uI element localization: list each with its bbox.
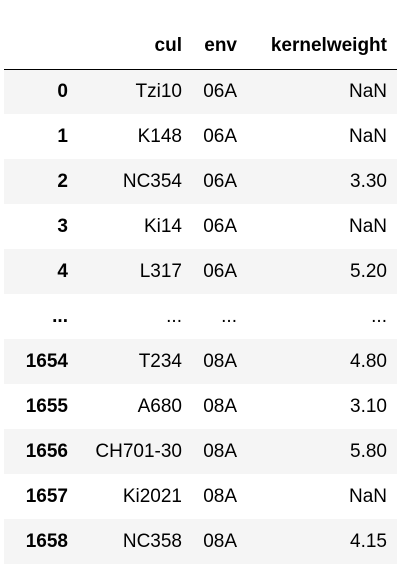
dataframe-table: cul env kernelweight 0 Tzi10 06A NaN 1 K… bbox=[4, 24, 397, 564]
header-env: env bbox=[192, 24, 247, 70]
cell-cul: ... bbox=[166, 305, 182, 327]
table-row: 1 K148 06A NaN bbox=[4, 114, 397, 159]
row-index: 0 bbox=[57, 80, 68, 102]
cell-kernelweight: ... bbox=[371, 305, 387, 327]
cell-cul: T234 bbox=[138, 350, 182, 372]
cell-cul: Ki14 bbox=[143, 215, 182, 237]
cell-env: 08A bbox=[203, 530, 237, 552]
table-row: 1658 NC358 08A 4.15 bbox=[4, 519, 397, 564]
cell-env: 08A bbox=[203, 350, 237, 372]
row-index: 1658 bbox=[25, 530, 68, 552]
cell-cul: Tzi10 bbox=[135, 80, 182, 102]
table-row: 4 L317 06A 5.20 bbox=[4, 249, 397, 294]
cell-kernelweight: NaN bbox=[348, 485, 387, 507]
row-index: 1656 bbox=[25, 440, 68, 462]
cell-env: 06A bbox=[203, 125, 237, 147]
table-row: 1656 CH701-30 08A 5.80 bbox=[4, 429, 397, 474]
dataframe-output: cul env kernelweight 0 Tzi10 06A NaN 1 K… bbox=[0, 0, 407, 573]
row-index: 1654 bbox=[25, 350, 68, 372]
cell-cul: CH701-30 bbox=[95, 440, 182, 462]
header-kernelweight: kernelweight bbox=[247, 24, 397, 70]
cell-cul: NC358 bbox=[122, 530, 182, 552]
cell-kernelweight: NaN bbox=[348, 215, 387, 237]
cell-cul: A680 bbox=[137, 395, 182, 417]
cell-kernelweight: NaN bbox=[348, 80, 387, 102]
row-index: 1657 bbox=[25, 485, 68, 507]
table-row: 1654 T234 08A 4.80 bbox=[4, 339, 397, 384]
cell-kernelweight: 4.80 bbox=[350, 350, 387, 372]
table-row: 3 Ki14 06A NaN bbox=[4, 204, 397, 249]
table-header: cul env kernelweight bbox=[4, 24, 397, 70]
cell-kernelweight: NaN bbox=[348, 125, 387, 147]
row-index: 2 bbox=[57, 170, 68, 192]
cell-env: 06A bbox=[203, 80, 237, 102]
row-index: 1655 bbox=[25, 395, 68, 417]
table-row: 1657 Ki2021 08A NaN bbox=[4, 474, 397, 519]
cell-kernelweight: 3.30 bbox=[350, 170, 387, 192]
cell-env: 06A bbox=[203, 170, 237, 192]
cell-kernelweight: 5.80 bbox=[350, 440, 387, 462]
cell-env: 08A bbox=[203, 395, 237, 417]
table-body: 0 Tzi10 06A NaN 1 K148 06A NaN 2 NC354 0… bbox=[4, 69, 397, 564]
cell-cul: Ki2021 bbox=[122, 485, 182, 507]
row-index: 4 bbox=[57, 260, 68, 282]
cell-cul: NC354 bbox=[122, 170, 182, 192]
cell-kernelweight: 4.15 bbox=[350, 530, 387, 552]
table-row: 1655 A680 08A 3.10 bbox=[4, 384, 397, 429]
header-index bbox=[4, 24, 78, 70]
cell-env: 06A bbox=[203, 215, 237, 237]
header-row: cul env kernelweight bbox=[4, 24, 397, 70]
row-index: 3 bbox=[57, 215, 68, 237]
cell-kernelweight: 3.10 bbox=[350, 395, 387, 417]
cell-env: 08A bbox=[203, 440, 237, 462]
table-row: 0 Tzi10 06A NaN bbox=[4, 69, 397, 114]
row-index: 1 bbox=[57, 125, 68, 147]
row-index: ... bbox=[52, 305, 68, 327]
table-row-ellipsis: ... ... ... ... bbox=[4, 294, 397, 339]
cell-env: ... bbox=[221, 305, 237, 327]
cell-env: 08A bbox=[203, 485, 237, 507]
cell-kernelweight: 5.20 bbox=[350, 260, 387, 282]
header-cul: cul bbox=[78, 24, 192, 70]
cell-env: 06A bbox=[203, 260, 237, 282]
table-row: 2 NC354 06A 3.30 bbox=[4, 159, 397, 204]
cell-cul: K148 bbox=[137, 125, 182, 147]
cell-cul: L317 bbox=[139, 260, 182, 282]
